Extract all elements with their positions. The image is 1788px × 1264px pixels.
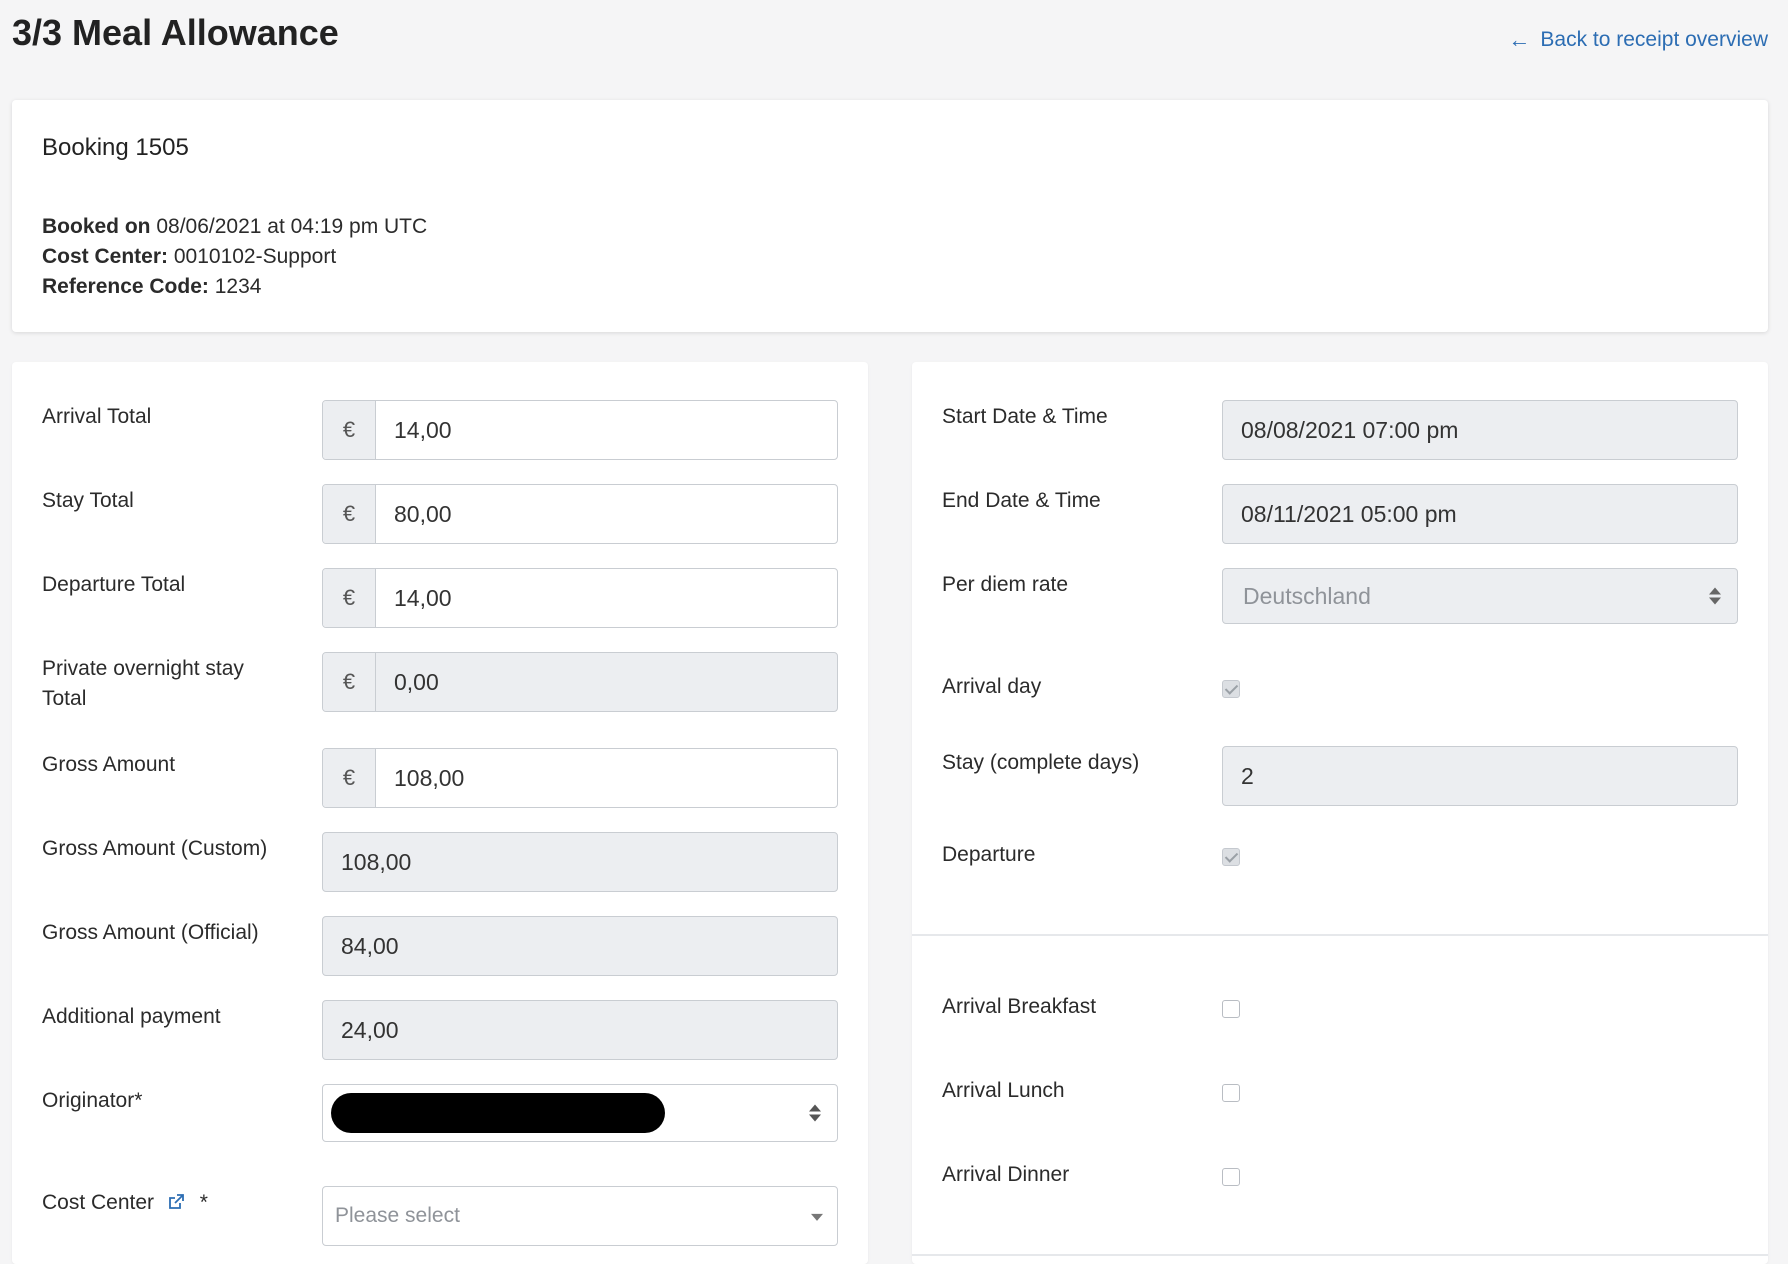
euro-addon: € bbox=[323, 569, 376, 627]
euro-addon: € bbox=[323, 653, 376, 711]
booking-card: Booking 1505 Booked on 08/06/2021 at 04:… bbox=[12, 100, 1768, 332]
external-link-icon[interactable] bbox=[168, 1194, 184, 1210]
booked-on-value: 08/06/2021 at 04:19 pm UTC bbox=[156, 215, 428, 238]
arrival-total-field[interactable]: € 14,00 bbox=[322, 400, 838, 460]
start-datetime-label: Start Date & Time bbox=[942, 405, 1108, 428]
gross-custom-label: Gross Amount (Custom) bbox=[42, 837, 268, 860]
gross-custom-field: 108,00 bbox=[322, 832, 838, 892]
section-divider bbox=[912, 934, 1768, 936]
private-overnight-label-line2: Total bbox=[42, 687, 87, 710]
gross-official-field: 84,00 bbox=[322, 916, 838, 976]
select-updown-icon bbox=[1709, 587, 1721, 605]
reference-code-value: 1234 bbox=[214, 275, 262, 298]
cost-center-label-text: Cost Center bbox=[42, 1191, 155, 1214]
euro-addon: € bbox=[323, 485, 376, 543]
private-overnight-input: 0,00 bbox=[394, 668, 439, 695]
arrival-day-label: Arrival day bbox=[942, 675, 1042, 698]
stay-days-label: Stay (complete days) bbox=[942, 751, 1140, 774]
booked-on-label: Booked on bbox=[42, 215, 151, 238]
stay-total-field[interactable]: € 80,00 bbox=[322, 484, 838, 544]
euro-addon: € bbox=[323, 749, 376, 807]
page-title: 3/3 Meal Allowance bbox=[12, 12, 339, 53]
required-asterisk: * bbox=[199, 1191, 208, 1214]
gross-amount-label: Gross Amount bbox=[42, 753, 176, 776]
end-datetime-label: End Date & Time bbox=[942, 489, 1101, 512]
start-datetime-input: 08/08/2021 07:00 pm bbox=[1222, 400, 1738, 460]
arrival-dinner-label: Arrival Dinner bbox=[942, 1163, 1070, 1186]
reference-code-line: Reference Code: 1234 bbox=[42, 272, 1738, 302]
arrival-total-label: Arrival Total bbox=[42, 405, 152, 428]
cost-center-label: Cost Center: bbox=[42, 245, 169, 268]
private-overnight-label-line1: Private overnight stay bbox=[42, 657, 244, 680]
cost-center-field-label: Cost Center * bbox=[42, 1188, 208, 1218]
originator-select[interactable] bbox=[322, 1084, 838, 1142]
stay-days-field: 2 bbox=[1222, 746, 1738, 806]
departure-checkbox bbox=[1222, 848, 1240, 866]
departure-total-field[interactable]: € 14,00 bbox=[322, 568, 838, 628]
cost-center-select[interactable]: Please select bbox=[322, 1186, 838, 1246]
additional-payment-label: Additional payment bbox=[42, 1005, 221, 1028]
stay-total-label: Stay Total bbox=[42, 489, 134, 512]
per-diem-value: Deutschland bbox=[1243, 582, 1371, 609]
booked-on-line: Booked on 08/06/2021 at 04:19 pm UTC bbox=[42, 212, 1738, 242]
reference-code-label: Reference Code: bbox=[42, 275, 209, 298]
arrival-dinner-checkbox[interactable] bbox=[1222, 1168, 1240, 1186]
back-to-receipt-overview-link[interactable]: ← Back to receipt overview bbox=[1508, 28, 1768, 52]
stay-days-input: 2 bbox=[1222, 746, 1738, 806]
select-updown-icon bbox=[809, 1104, 821, 1122]
cost-center-placeholder: Please select bbox=[335, 1204, 460, 1227]
private-overnight-field: € 0,00 bbox=[322, 652, 838, 712]
euro-addon: € bbox=[323, 401, 376, 459]
additional-payment-field: 24,00 bbox=[322, 1000, 838, 1060]
arrival-breakfast-checkbox[interactable] bbox=[1222, 1000, 1240, 1018]
originator-label: Originator* bbox=[42, 1089, 143, 1112]
private-overnight-label: Private overnight stay Total bbox=[42, 654, 244, 714]
gross-amount-field[interactable]: € 108,00 bbox=[322, 748, 838, 808]
gross-custom-input: 108,00 bbox=[322, 832, 838, 892]
booking-title: Booking 1505 bbox=[42, 134, 189, 161]
arrival-lunch-label: Arrival Lunch bbox=[942, 1079, 1065, 1102]
redacted-value bbox=[331, 1093, 665, 1133]
amounts-panel: Arrival Total € 14,00 Stay Total € 80,00… bbox=[12, 362, 868, 1264]
departure-total-input[interactable]: 14,00 bbox=[376, 569, 837, 627]
end-datetime-input: 08/11/2021 05:00 pm bbox=[1222, 484, 1738, 544]
per-diem-label: Per diem rate bbox=[942, 573, 1069, 596]
back-link-label: Back to receipt overview bbox=[1540, 28, 1768, 51]
departure-label: Departure bbox=[942, 843, 1036, 866]
arrival-breakfast-label: Arrival Breakfast bbox=[942, 995, 1097, 1018]
trip-details-panel: Start Date & Time 08/08/2021 07:00 pm En… bbox=[912, 362, 1768, 1264]
gross-official-input: 84,00 bbox=[322, 916, 838, 976]
stay-total-input[interactable]: 80,00 bbox=[376, 485, 837, 543]
gross-official-label: Gross Amount (Official) bbox=[42, 921, 259, 944]
additional-payment-input: 24,00 bbox=[322, 1000, 838, 1060]
start-datetime-field: 08/08/2021 07:00 pm bbox=[1222, 400, 1738, 460]
section-divider-bottom bbox=[912, 1254, 1768, 1256]
gross-amount-input[interactable]: 108,00 bbox=[376, 749, 837, 807]
arrival-lunch-checkbox[interactable] bbox=[1222, 1084, 1240, 1102]
per-diem-select: Deutschland bbox=[1222, 568, 1738, 624]
arrival-day-checkbox bbox=[1222, 680, 1240, 698]
cost-center-value: 0010102-Support bbox=[173, 245, 337, 268]
departure-total-label: Departure Total bbox=[42, 573, 186, 596]
arrow-left-icon: ← bbox=[1508, 27, 1531, 52]
arrival-total-input[interactable]: 14,00 bbox=[376, 401, 837, 459]
meal-allowance-page: 3/3 Meal Allowance ← Back to receipt ove… bbox=[0, 0, 1788, 1264]
end-datetime-field: 08/11/2021 05:00 pm bbox=[1222, 484, 1738, 544]
cost-center-line: Cost Center: 0010102-Support bbox=[42, 242, 1738, 272]
caret-down-icon bbox=[811, 1213, 823, 1221]
